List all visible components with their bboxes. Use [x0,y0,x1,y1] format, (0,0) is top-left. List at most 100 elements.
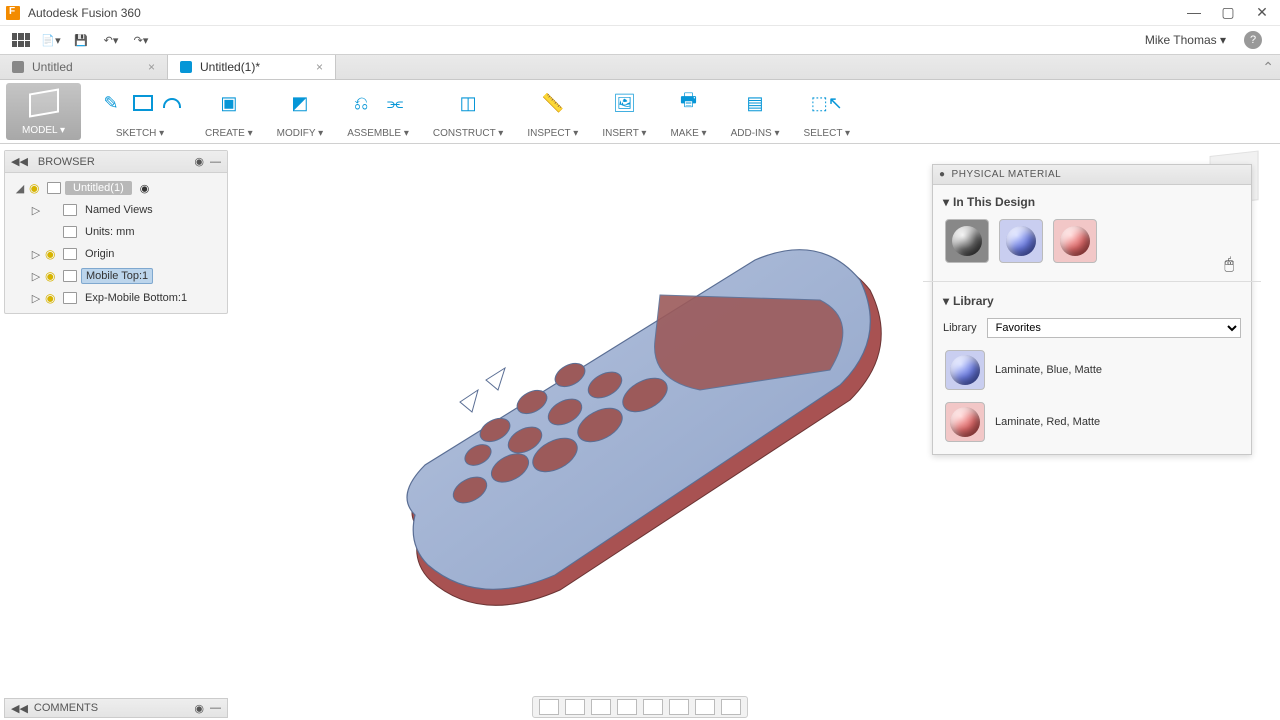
material-item[interactable]: Laminate, Red, Matte [943,396,1241,448]
plane-icon: ◫ [456,92,480,114]
redo-button[interactable]: ↷▾ [128,29,154,51]
panel-title: PHYSICAL MATERIAL [952,169,1062,180]
ribbon-modify[interactable]: ◩ MODIFY ▾ [265,80,336,143]
folder-icon [63,270,77,282]
browser-root-node[interactable]: ◢ ◉ Untitled(1) ◉ [7,177,225,199]
zoom-button[interactable] [617,699,637,715]
bullet-icon: ● [939,169,946,180]
doc-tab-label: Untitled [32,60,73,74]
close-tab-icon[interactable]: × [316,60,323,74]
browser-node[interactable]: ▷ ◉ Exp-Mobile Bottom:1 [7,287,225,309]
help-button[interactable]: ? [1244,31,1262,49]
cursor-icon: ⬚↖ [815,92,839,114]
ribbon-addins[interactable]: ▤ ADD-INS ▾ [719,80,792,143]
rectangle-icon [133,95,153,111]
doc-tab-0[interactable]: Untitled × [0,55,168,79]
fillet-icon: ◩ [288,92,312,114]
quick-access-toolbar: 📄▾ 💾 ↶▾ ↷▾ Mike Thomas ▾ ? [0,26,1280,54]
browser-node[interactable]: ▷ ◉ Origin [7,243,225,265]
gear-icon[interactable]: ◉ [194,155,204,168]
collapse-icon[interactable]: ◀◀ [11,155,28,168]
arc-icon [163,98,181,108]
comments-bar[interactable]: ◀◀ COMMENTS ◉ — [4,698,228,718]
ribbon-sketch[interactable]: ✎ SKETCH ▾ [87,80,193,143]
fit-button[interactable] [643,699,663,715]
script-icon: ▤ [743,92,767,114]
bulb-icon[interactable]: ◉ [45,291,59,305]
chevron-right-icon[interactable]: ▷ [31,204,41,217]
joint-icon: ⎌ [349,92,373,114]
folder-icon [63,204,77,216]
physical-material-panel: ● PHYSICAL MATERIAL ▾In This Design ▾Lib… [932,164,1252,455]
browser-header[interactable]: ◀◀ BROWSER ◉ — [5,151,227,173]
doc-icon [180,61,192,73]
folder-icon [63,292,77,304]
browser-node[interactable]: Units: mm [7,221,225,243]
app-title: Autodesk Fusion 360 [28,6,1186,20]
ribbon-assemble[interactable]: ⎌⫘ ASSEMBLE ▾ [335,80,421,143]
app-grid-button[interactable] [8,29,34,51]
close-tab-icon[interactable]: × [148,60,155,74]
chevron-right-icon[interactable]: ▷ [31,292,41,305]
pan-button[interactable] [591,699,611,715]
material-steel-swatch[interactable] [945,219,989,263]
chevron-right-icon[interactable]: ▷ [31,248,41,261]
file-menu-button[interactable]: 📄▾ [38,29,64,51]
viewports-button[interactable] [721,699,741,715]
chevron-right-icon[interactable]: ▷ [31,270,41,283]
material-name: Laminate, Blue, Matte [995,364,1102,376]
expand-icon[interactable]: — [210,702,221,714]
expand-ribbon-icon[interactable]: ⌃ [1262,59,1274,76]
minimize-button[interactable]: — [1186,4,1202,21]
orbit-button[interactable] [539,699,559,715]
folder-icon [63,248,77,260]
ribbon-inspect[interactable]: 📏 INSPECT ▾ [515,80,590,143]
gear-icon[interactable]: ◉ [194,702,204,715]
minimize-panel-icon[interactable]: — [210,156,221,168]
bulb-icon[interactable]: ◉ [45,247,59,261]
doc-tab-1[interactable]: Untitled(1)* × [168,55,336,79]
ribbon-insert[interactable]: 🖼 INSERT ▾ [590,80,658,143]
document-tabs: Untitled × Untitled(1)* × ⌃ [0,54,1280,80]
sketch-icon: ✎ [99,92,123,114]
material-blue-swatch[interactable] [999,219,1043,263]
browser-node[interactable]: ▷Named Views [7,199,225,221]
ribbon-construct[interactable]: ◫ CONSTRUCT ▾ [421,80,515,143]
grid-button[interactable] [695,699,715,715]
bulb-icon[interactable]: ◉ [45,269,59,283]
mouse-cursor-icon: 🖱 [1224,256,1234,274]
material-red-swatch[interactable] [1053,219,1097,263]
radio-icon[interactable]: ◉ [140,182,150,195]
bulb-icon[interactable]: ◉ [29,181,43,195]
ribbon-make[interactable]: 🖶 MAKE ▾ [658,80,718,143]
measure-icon: 📏 [541,92,565,114]
section-in-design[interactable]: ▾In This Design [943,191,1241,213]
browser-node[interactable]: ▷◉Mobile Top:1 [7,265,225,287]
material-item[interactable]: Laminate, Blue, Matte [943,344,1241,396]
display-button[interactable] [669,699,689,715]
ribbon-create[interactable]: ▣ CREATE ▾ [193,80,265,143]
chevron-down-icon[interactable]: ◢ [15,182,25,195]
workspace-model-button[interactable]: MODEL ▾ [6,83,81,140]
library-label: Library [943,322,977,334]
node-label: Exp-Mobile Bottom:1 [81,291,191,305]
ribbon-select[interactable]: ⬚↖ SELECT ▾ [792,80,863,143]
chevron-left-icon[interactable]: ◀◀ [11,702,28,715]
user-menu[interactable]: Mike Thomas ▾ [1137,33,1234,47]
ribbon-toolbar: MODEL ▾ ✎ SKETCH ▾ ▣ CREATE ▾ ◩ MODIFY ▾… [0,80,1280,144]
panel-header[interactable]: ● PHYSICAL MATERIAL [933,165,1251,185]
assemble-icon: ⫘ [383,92,407,114]
model-3d[interactable] [360,230,900,610]
doc-tab-label: Untitled(1)* [200,60,260,74]
section-library[interactable]: ▾Library [943,290,1241,312]
save-button[interactable]: 💾 [68,29,94,51]
library-select[interactable]: Favorites [987,318,1241,338]
design-swatches [943,213,1241,273]
material-swatch-icon [945,402,985,442]
maximize-button[interactable]: ▢ [1220,4,1236,21]
comments-label: COMMENTS [34,702,98,714]
look-button[interactable] [565,699,585,715]
close-button[interactable]: ✕ [1254,4,1270,21]
node-label: Origin [81,247,118,261]
undo-button[interactable]: ↶▾ [98,29,124,51]
